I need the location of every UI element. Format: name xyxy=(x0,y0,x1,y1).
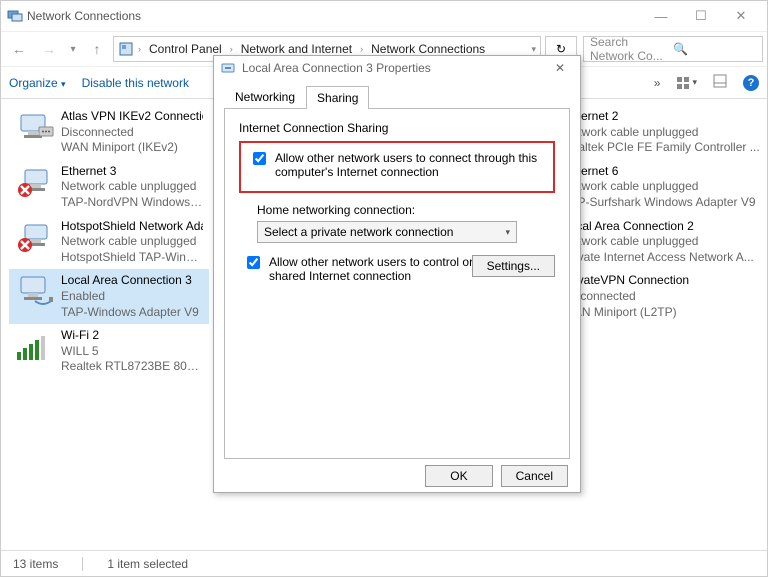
ics-group-title: Internet Connection Sharing xyxy=(239,121,555,135)
dialog-tabs: Networking Sharing xyxy=(224,85,570,109)
connection-status: Network cable unplugged xyxy=(563,234,754,250)
highlighted-option: Allow other network users to connect thr… xyxy=(239,141,555,193)
home-connection-value: Select a private network connection xyxy=(264,225,453,239)
connection-status: Disconnected xyxy=(563,289,689,305)
connections-column-right: Ethernet 2Network cable unpluggedRealtek… xyxy=(557,99,767,550)
allow-connect-checkbox[interactable] xyxy=(253,152,266,165)
connection-status: Disconnected xyxy=(61,125,203,141)
connection-item[interactable]: Ethernet 6Network cable unpluggedTAP-Sur… xyxy=(557,160,767,215)
adapter-icon xyxy=(15,219,55,255)
chevron-down-icon[interactable]: ▾ xyxy=(531,44,536,55)
connection-item[interactable]: HotspotShield Network AdaNetwork cable u… xyxy=(9,215,209,270)
connection-device: TAP-NordVPN Windows Ad xyxy=(61,195,203,211)
connection-item[interactable]: Atlas VPN IKEv2 ConnectionDisconnectedWA… xyxy=(9,105,209,160)
window-title: Network Connections xyxy=(23,9,641,23)
connection-item[interactable]: Ethernet 3Network cable unpluggedTAP-Nor… xyxy=(9,160,209,215)
connections-column-left: Atlas VPN IKEv2 ConnectionDisconnectedWA… xyxy=(9,99,209,550)
adapter-icon xyxy=(15,328,55,364)
connection-item[interactable]: Local Area Connection 3EnabledTAP-Window… xyxy=(9,269,209,324)
chevron-right-icon: › xyxy=(138,44,141,54)
connection-item[interactable]: Local Area Connection 2Network cable unp… xyxy=(557,215,767,270)
tab-sharing[interactable]: Sharing xyxy=(306,86,369,109)
view-dropdown[interactable]: ▾ xyxy=(676,76,697,90)
home-connection-label: Home networking connection: xyxy=(257,203,555,217)
connection-name: Wi-Fi 2 xyxy=(61,328,203,344)
ok-button[interactable]: OK xyxy=(425,465,492,487)
allow-connect-row[interactable]: Allow other network users to connect thr… xyxy=(249,151,549,179)
connection-status: Network cable unplugged xyxy=(563,179,756,195)
chevron-right-icon: › xyxy=(360,44,363,54)
connection-device: Private Internet Access Network A... xyxy=(563,250,754,266)
item-count: 13 items xyxy=(13,557,58,571)
organize-menu[interactable]: Organize ▾ xyxy=(9,76,66,90)
nic-icon xyxy=(220,60,236,76)
maximize-button[interactable]: ☐ xyxy=(681,8,721,24)
connection-name: Atlas VPN IKEv2 Connection xyxy=(61,109,203,125)
connection-status: WILL 5 xyxy=(61,344,203,360)
connection-name: PrivateVPN Connection xyxy=(563,273,689,289)
forward-button[interactable]: → xyxy=(35,35,63,63)
connection-device: Realtek RTL8723BE 802.11 bg xyxy=(61,359,203,375)
up-button[interactable]: ↑ xyxy=(83,35,111,63)
selected-count: 1 item selected xyxy=(107,557,188,571)
connection-device: HotspotShield TAP-Windows xyxy=(61,250,203,266)
overflow-button[interactable]: » xyxy=(654,76,661,90)
connection-item[interactable]: PrivateVPN ConnectionDisconnectedWAN Min… xyxy=(557,269,767,324)
divider xyxy=(82,557,83,571)
connection-name: Local Area Connection 2 xyxy=(563,219,754,235)
connection-name: Local Area Connection 3 xyxy=(61,273,199,289)
cp-icon xyxy=(118,41,134,57)
adapter-icon xyxy=(15,273,55,309)
adapter-icon xyxy=(15,164,55,200)
connection-device: TAP-Surfshark Windows Adapter V9 xyxy=(563,195,756,211)
disable-device-button[interactable]: Disable this network xyxy=(82,76,189,90)
status-bar: 13 items 1 item selected xyxy=(1,550,767,576)
connection-name: Ethernet 6 xyxy=(563,164,756,180)
search-icon: 🔍 xyxy=(673,42,756,56)
dialog-titlebar: Local Area Connection 3 Properties ✕ xyxy=(214,56,580,79)
dialog-buttons: OK Cancel xyxy=(214,459,580,492)
dialog-title: Local Area Connection 3 Properties xyxy=(236,61,546,75)
connection-status: Network cable unplugged xyxy=(563,125,760,141)
connection-name: Ethernet 2 xyxy=(563,109,760,125)
adapter-icon xyxy=(15,109,55,145)
details-pane-button[interactable] xyxy=(713,74,727,91)
titlebar: Network Connections — ☐ ✕ xyxy=(1,1,767,31)
connection-name: HotspotShield Network Ada xyxy=(61,219,203,235)
connection-status: Enabled xyxy=(61,289,199,305)
allow-control-checkbox[interactable] xyxy=(247,256,260,269)
connection-device: WAN Miniport (IKEv2) xyxy=(61,140,203,156)
connection-device: WAN Miniport (L2TP) xyxy=(563,305,689,321)
connection-item[interactable]: Ethernet 2Network cable unpluggedRealtek… xyxy=(557,105,767,160)
search-placeholder: Search Network Co... xyxy=(590,35,673,63)
tab-networking[interactable]: Networking xyxy=(224,85,306,108)
settings-button[interactable]: Settings... xyxy=(472,255,555,277)
help-button[interactable]: ? xyxy=(743,75,759,91)
chevron-right-icon: › xyxy=(230,44,233,54)
minimize-button[interactable]: — xyxy=(641,9,681,24)
connection-device: TAP-Windows Adapter V9 xyxy=(61,305,199,321)
properties-dialog: Local Area Connection 3 Properties ✕ Net… xyxy=(213,55,581,493)
history-dropdown[interactable]: ▾ xyxy=(65,35,81,63)
back-button[interactable]: ← xyxy=(5,35,33,63)
connection-status: Network cable unplugged xyxy=(61,179,203,195)
sharing-tab-panel: Internet Connection Sharing Allow other … xyxy=(224,109,570,459)
close-button[interactable]: ✕ xyxy=(721,8,761,24)
connection-item[interactable]: Wi-Fi 2WILL 5Realtek RTL8723BE 802.11 bg xyxy=(9,324,209,379)
chevron-down-icon: ▾ xyxy=(505,227,510,238)
connection-status: Network cable unplugged xyxy=(61,234,203,250)
dialog-close-button[interactable]: ✕ xyxy=(546,61,574,75)
network-connections-icon xyxy=(7,8,23,24)
connection-name: Ethernet 3 xyxy=(61,164,203,180)
allow-connect-label: Allow other network users to connect thr… xyxy=(275,151,549,179)
connection-device: Realtek PCIe FE Family Controller ... xyxy=(563,140,760,156)
home-connection-select[interactable]: Select a private network connection ▾ xyxy=(257,221,517,243)
search-input[interactable]: Search Network Co... 🔍 xyxy=(583,36,763,62)
cancel-button[interactable]: Cancel xyxy=(501,465,568,487)
